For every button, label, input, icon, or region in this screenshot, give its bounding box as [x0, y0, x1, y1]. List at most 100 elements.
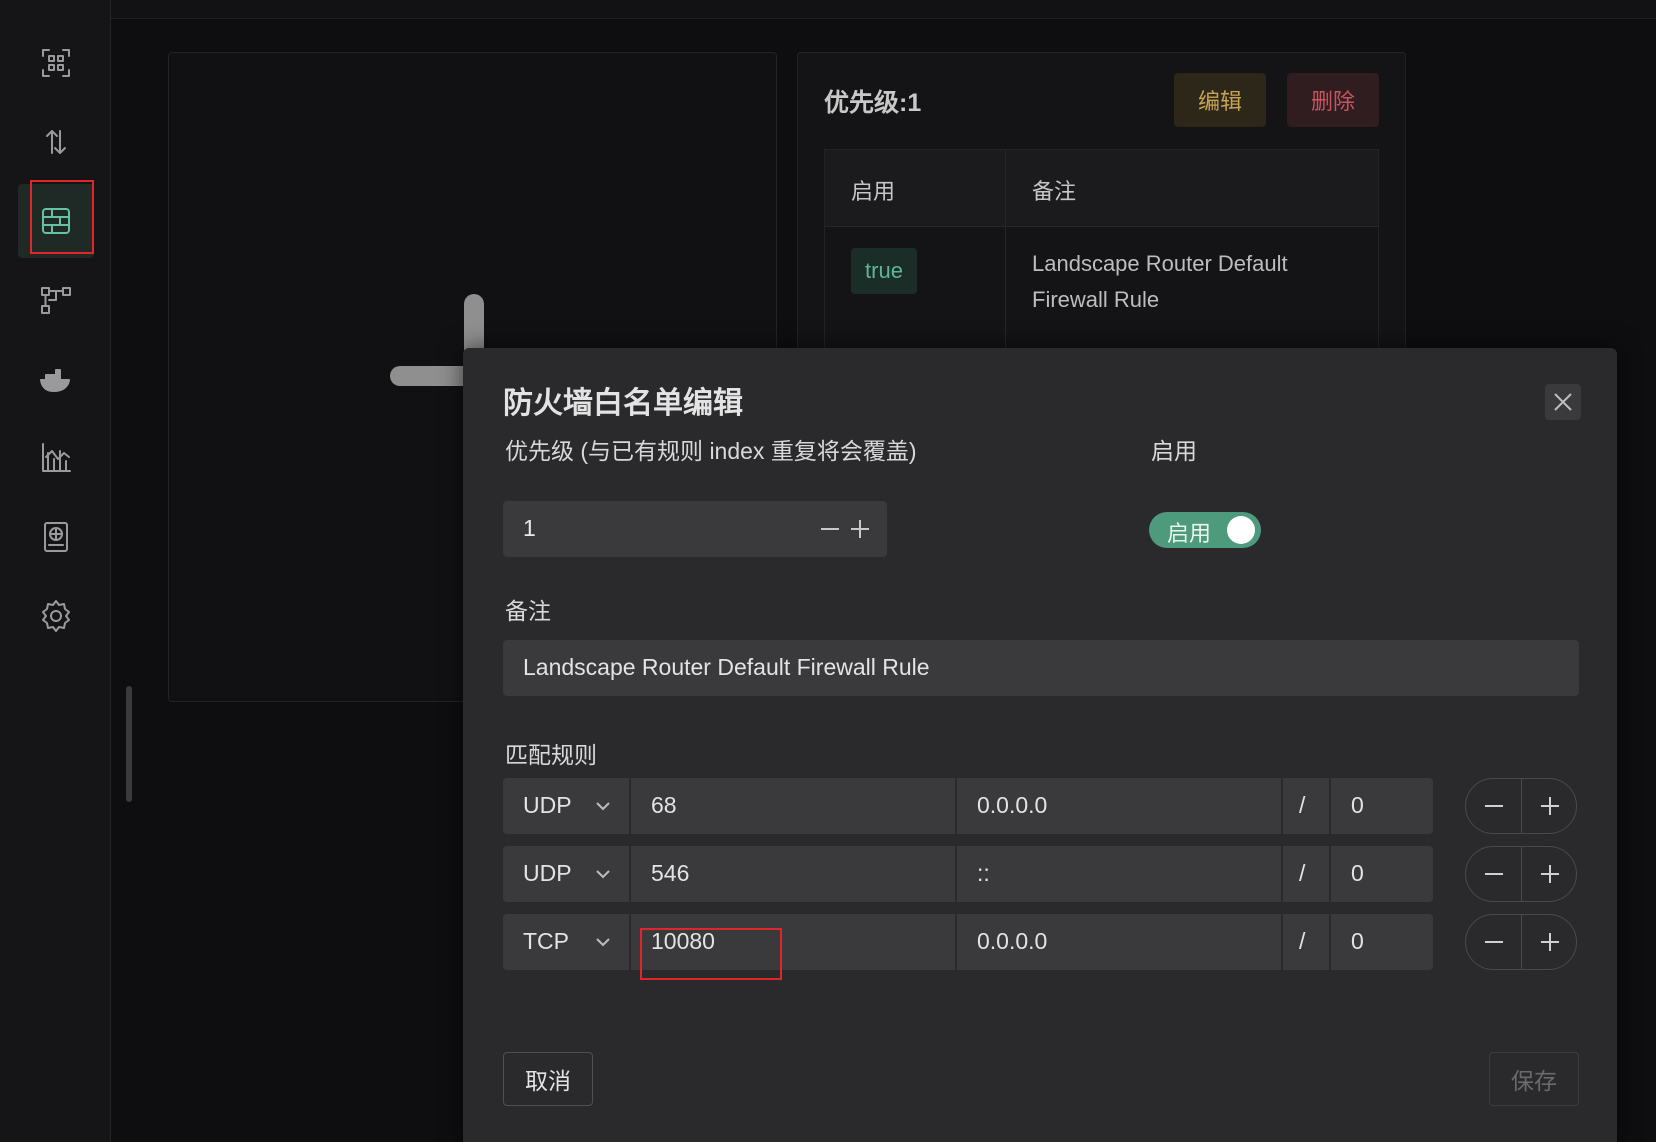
- sidebar-item-firewall[interactable]: [18, 184, 94, 258]
- rule-card-table-header: 启用 备注: [825, 150, 1378, 227]
- ip-input[interactable]: 0.0.0.0: [957, 778, 1281, 834]
- match-rule-row: UDP 68 0.0.0.0 / 0: [503, 778, 1579, 834]
- increment-button[interactable]: [847, 515, 873, 543]
- transfer-arrows-icon: [46, 130, 66, 154]
- remove-rule-button[interactable]: [1466, 779, 1521, 833]
- sidebar: [0, 0, 111, 1142]
- mask-value: 0: [1351, 792, 1364, 818]
- slash-separator: /: [1283, 914, 1329, 970]
- mask-input[interactable]: 0: [1331, 914, 1433, 970]
- minus-icon: [1484, 805, 1503, 807]
- edit-button[interactable]: 编辑: [1174, 73, 1266, 127]
- scrollbar-thumb[interactable]: [126, 686, 132, 802]
- note-input[interactable]: Landscape Router Default Firewall Rule: [503, 640, 1579, 696]
- save-button[interactable]: 保存: [1489, 1052, 1579, 1106]
- toggle-knob: [1227, 516, 1255, 544]
- close-button[interactable]: [1545, 384, 1581, 420]
- dashboard-grid-icon: [42, 49, 70, 77]
- ip-value: 0.0.0.0: [977, 792, 1048, 818]
- firewall-icon: [42, 208, 70, 234]
- top-bar: [110, 0, 1656, 19]
- remove-rule-button[interactable]: [1466, 847, 1521, 901]
- port-input[interactable]: 546: [631, 846, 955, 902]
- metrics-chart-icon: [42, 443, 71, 472]
- enable-toggle-text: 启用: [1167, 521, 1212, 546]
- note-label: 备注: [505, 598, 551, 624]
- match-rule-row: UDP 546 :: / 0: [503, 846, 1579, 902]
- decrement-button[interactable]: [817, 515, 843, 543]
- priority-value: 1: [523, 515, 536, 541]
- mask-input[interactable]: 0: [1331, 846, 1433, 902]
- slash-separator: /: [1283, 778, 1329, 834]
- minus-icon: [1484, 941, 1503, 943]
- sidebar-item-topology[interactable]: [18, 263, 94, 337]
- sidebar-item-docker[interactable]: [18, 342, 94, 416]
- mask-value: 0: [1351, 860, 1364, 886]
- slash-text: /: [1299, 860, 1306, 886]
- ip-input[interactable]: 0.0.0.0: [957, 914, 1281, 970]
- topology-icon: [41, 287, 71, 314]
- rule-row-buttons: [1465, 914, 1577, 970]
- port-value: 68: [651, 792, 677, 818]
- sidebar-item-metrics[interactable]: [18, 421, 94, 495]
- add-rule-button[interactable]: [1522, 847, 1577, 901]
- rule-note-text: Landscape Router Default Firewall Rule: [1032, 251, 1288, 312]
- note-value: Landscape Router Default Firewall Rule: [523, 654, 930, 680]
- enable-toggle[interactable]: 启用: [1149, 512, 1261, 548]
- close-icon: [1554, 393, 1572, 411]
- rule-card-priority: 优先级:1: [824, 89, 922, 117]
- mask-input[interactable]: 0: [1331, 778, 1433, 834]
- priority-label: 优先级 (与已有规则 index 重复将会覆盖): [505, 438, 917, 464]
- chevron-down-icon: [593, 932, 613, 952]
- cancel-button[interactable]: 取消: [503, 1052, 593, 1106]
- sidebar-item-dns[interactable]: [18, 500, 94, 574]
- minus-icon: [821, 528, 839, 530]
- chevron-down-icon: [593, 796, 613, 816]
- port-input[interactable]: 10080: [631, 914, 955, 970]
- ip-value: ::: [977, 860, 990, 886]
- delete-button[interactable]: 删除: [1287, 73, 1379, 127]
- plus-icon: [1540, 933, 1559, 951]
- slash-separator: /: [1283, 846, 1329, 902]
- match-rule-row: TCP 10080 0.0.0.0 / 0: [503, 914, 1579, 970]
- remove-rule-button[interactable]: [1466, 915, 1521, 969]
- settings-gear-icon: [42, 600, 70, 632]
- edge-fragment: [0, 80, 6, 100]
- slash-text: /: [1299, 928, 1306, 954]
- chevron-down-icon: [593, 864, 613, 884]
- sidebar-item-settings[interactable]: [18, 579, 94, 653]
- column-header-note: 备注: [1032, 179, 1077, 204]
- enabled-tag: true: [851, 248, 917, 294]
- firewall-whitelist-edit-modal: 防火墙白名单编辑 优先级 (与已有规则 index 重复将会覆盖) 1 启用 启…: [463, 348, 1617, 1142]
- protocol-value: UDP: [523, 860, 572, 886]
- rule-row-buttons: [1465, 778, 1577, 834]
- protocol-select[interactable]: UDP: [503, 778, 629, 834]
- ip-value: 0.0.0.0: [977, 928, 1048, 954]
- sidebar-item-dashboard[interactable]: [18, 26, 94, 100]
- port-value: 546: [651, 860, 690, 886]
- protocol-select[interactable]: UDP: [503, 846, 629, 902]
- plus-icon: [851, 520, 869, 538]
- ip-input[interactable]: ::: [957, 846, 1281, 902]
- enable-label: 启用: [1151, 438, 1197, 464]
- sidebar-item-transfer[interactable]: [18, 105, 94, 179]
- modal-title: 防火墙白名单编辑: [503, 387, 743, 420]
- port-input[interactable]: 68: [631, 778, 955, 834]
- rule-row-buttons: [1465, 846, 1577, 902]
- protocol-select[interactable]: TCP: [503, 914, 629, 970]
- dns-globe-icon: [44, 522, 68, 552]
- port-value: 10080: [651, 928, 715, 954]
- protocol-value: UDP: [523, 792, 572, 818]
- match-rules-label: 匹配规则: [505, 742, 597, 768]
- mask-value: 0: [1351, 928, 1364, 954]
- priority-input[interactable]: 1: [503, 501, 887, 557]
- minus-icon: [1484, 873, 1503, 875]
- add-rule-button[interactable]: [1522, 915, 1577, 969]
- plus-icon: [1540, 797, 1559, 815]
- docker-icon: [40, 369, 70, 392]
- column-header-enabled: 启用: [851, 179, 896, 204]
- add-rule-button[interactable]: [1522, 779, 1577, 833]
- slash-text: /: [1299, 792, 1306, 818]
- protocol-value: TCP: [523, 928, 569, 954]
- plus-icon: [1540, 865, 1559, 883]
